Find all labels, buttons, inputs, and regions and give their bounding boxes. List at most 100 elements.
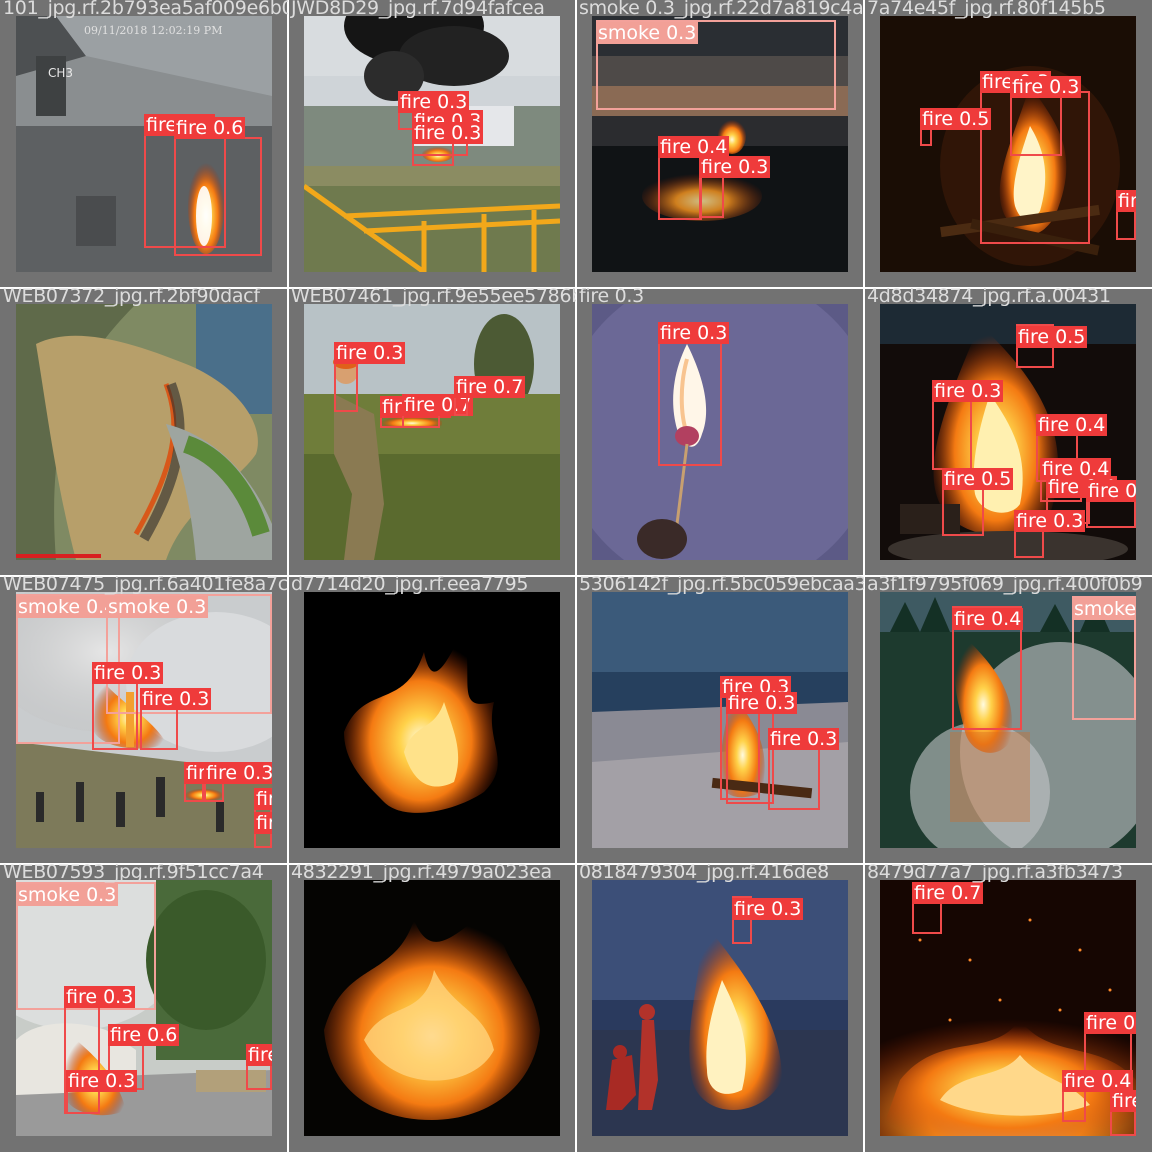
- tile-image: [16, 304, 272, 560]
- mosaic-tile: smoke 0.3 fire 0.3 fire 0.6 fire 0.4 fire 0.…: [0, 864, 288, 1152]
- fire-detection-box: fire 0.7: [402, 394, 474, 428]
- tile-image: smoke 0.3 fire 0.3 fire 0.6 fire 0.4 fire 0.…: [16, 880, 272, 1136]
- fire-detection-box: fire 0.3: [658, 322, 730, 466]
- detection-label: fire 0.3: [412, 122, 484, 144]
- detection-label: fire 0.4: [952, 608, 1024, 630]
- detection-label: fire 0.3: [658, 322, 730, 344]
- detection-label: fire 0.6: [174, 117, 246, 139]
- grid-separator-horizontal: [0, 863, 1152, 865]
- detection-label: fire 0.3: [726, 692, 798, 714]
- fire-detection-box: fire 0.3: [732, 896, 804, 944]
- detection-label: smoke 0.4: [16, 596, 119, 618]
- tile-image: fire 0.4 smoke 0: [880, 592, 1136, 848]
- fire-detection-box: fire 0.7: [454, 376, 526, 416]
- tile-image: fire 0.7fire 0.4fire 0.4fire 0.4: [880, 880, 1136, 1136]
- detection-label: fire 0.4: [1110, 1090, 1136, 1112]
- mosaic-tile: 09/11/2018 12:02:19 PMCH3fire 0.3fire 0.…: [0, 0, 288, 288]
- detection-label: fire 0.3: [699, 156, 771, 178]
- fire-detection-box: fire 0.3: [412, 122, 484, 166]
- detection-label: fire 0.3: [64, 986, 136, 1008]
- detection-label: fire 0.6: [108, 1024, 180, 1046]
- tile-image: smoke 0.3 fire 0.4 fire 0.3: [592, 16, 848, 272]
- detection-label: fire 0.3: [1086, 480, 1136, 502]
- detection-label: smoke 0: [1072, 598, 1136, 620]
- detection-label: fire 0.5: [942, 468, 1014, 490]
- fire-detection-box: fire 0.3: [932, 380, 1004, 470]
- tile-image: fire 0.3 fire 0.4fire 0.7fire 0.7: [304, 304, 560, 560]
- fire-detection-box: fire 0.3: [726, 692, 798, 804]
- mosaic-tile: fire 0.3 fire 0.3 fire 0.3 JWD8D29_jpg.rf.7…: [288, 0, 576, 288]
- mosaic-tile: fire 0.3 fire 0.3 fire 0.3 5306142f_jpg.rf.…: [576, 576, 864, 864]
- fire-detection-box: fire 0.3: [184, 762, 256, 802]
- mosaic-tile: fire 0.7fire 0.4fire 0.4fire 0.48479d77a…: [864, 864, 1152, 1152]
- mosaic-tile: fire 0.5 fire 0.3 fire 0.4 fire 0.4 fire 0.4…: [864, 288, 1152, 576]
- tile-image: fire 0.3 fire 0.3 fire 0.3: [304, 16, 560, 272]
- scene-illustration: [304, 880, 560, 1136]
- mosaic-tile: fire 0.3fire 0.4fire 0.7fire 0.7WEB07461…: [288, 288, 576, 576]
- detection-label: fire 0.5: [1016, 326, 1088, 348]
- detection-label: fire 0.4: [1036, 414, 1108, 436]
- detection-label: fire 0.4: [1062, 1070, 1134, 1092]
- detection-label: fire 0.4: [246, 1044, 272, 1066]
- fire-detection-box: fire 0.7: [912, 882, 984, 934]
- fire-detection-box: fire 0.3: [92, 662, 164, 750]
- detection-label: fire 0.3: [140, 688, 212, 710]
- tile-image: [304, 880, 560, 1136]
- detection-label: fire 0.3: [204, 762, 272, 784]
- detection-label: fire 0.4: [658, 136, 730, 158]
- scene-illustration: [16, 304, 272, 560]
- fire-detection-box: fire 0.3: [1086, 480, 1136, 528]
- fire-detection-box: fire 0.3: [140, 688, 212, 750]
- grid-separator-horizontal: [0, 575, 1152, 577]
- smoke-detection-box: smoke 0: [1072, 596, 1136, 720]
- detection-label: fire 0.3: [92, 662, 164, 684]
- detection-label: fire 0.7: [912, 882, 984, 904]
- mosaic-tile: smoke 0.4smoke 0.3fire 0.3fire 0.3fire 0…: [0, 576, 288, 864]
- fire-detection-box: fire 0.5: [1116, 190, 1136, 240]
- detection-label: fire 0.4: [1084, 1012, 1136, 1034]
- scene-illustration: [592, 880, 848, 1136]
- tile-image: fire 0.5 fire 0.3 fire 0.4 fire 0.4 fire 0.4…: [880, 304, 1136, 560]
- detection-label: fire 0.3: [1010, 76, 1082, 98]
- detection-label: fire 0.3: [334, 342, 406, 364]
- detection-label: fire 0.3: [254, 788, 272, 810]
- fire-detection-box: fire 0.5: [1016, 324, 1088, 368]
- detection-label: fire 0.3: [66, 1070, 138, 1092]
- fire-detection-box: fire 0.3: [1014, 510, 1086, 558]
- mosaic-tile: 4832291_jpg.rf.4979a023ea: [288, 864, 576, 1152]
- tile-image: [304, 592, 560, 848]
- tile-image: smoke 0.4smoke 0.3fire 0.3fire 0.3fire 0…: [16, 592, 272, 848]
- fire-detection-box: fire 0.4: [380, 396, 452, 428]
- mosaic-tile: fire 0.3 fire 0.3: [576, 288, 864, 576]
- fire-detection-box: fire 0.3: [66, 1070, 138, 1114]
- detection-label: fire 0.7: [454, 376, 526, 398]
- tile-image: fire 0.3fire 0.3fire 0.5fire 0.5: [880, 16, 1136, 272]
- fire-detection-box: fire 0.3: [254, 812, 272, 848]
- fire-detection-box: fire 0.3: [768, 728, 840, 810]
- cctv-timestamp: 09/11/2018 12:02:19 PM: [84, 24, 223, 37]
- detection-label: smoke 0.3: [16, 884, 119, 906]
- smoke-detection-box: smoke 0.3: [596, 20, 836, 110]
- detection-label: fire 0.3: [1014, 510, 1086, 532]
- fire-detection-box: fire 0.4: [1062, 1070, 1134, 1122]
- tile-image: 09/11/2018 12:02:19 PMCH3fire 0.3fire 0.…: [16, 16, 272, 272]
- fire-detection-box: fire 0.3: [699, 156, 771, 218]
- fire-detection-box: fire 0.4: [658, 136, 730, 220]
- detection-label: fire 0.5: [1116, 190, 1136, 212]
- detection-label: fire 0.3: [932, 380, 1004, 402]
- fire-detection-box: fire 0.5: [920, 108, 992, 146]
- mosaic-tile: fire 0.3fire 0.3fire 0.5fire 0.57a74e45f…: [864, 0, 1152, 288]
- grid-separator-vertical: [863, 0, 865, 1152]
- detection-label: smoke 0.3: [106, 596, 209, 618]
- detection-label: fire 0.5: [920, 108, 992, 130]
- fire-detection-box: fire 0.4: [246, 1044, 272, 1090]
- detection-label: smoke 0.3: [596, 22, 699, 44]
- scene-illustration: [304, 592, 560, 848]
- fire-detection-box: fire 0.6: [174, 117, 262, 256]
- cctv-channel: CH3: [48, 66, 74, 80]
- fire-detection-box: fire 0.4: [1110, 1090, 1136, 1136]
- detection-label: fire 0.3: [254, 812, 272, 834]
- mosaic-tile: fire 0.3 0818479304_jpg.rf.416de8: [576, 864, 864, 1152]
- mosaic-tile: d7714d20_jpg.rf.eea7795: [288, 576, 576, 864]
- tile-image: fire 0.3 fire 0.3 fire 0.3: [592, 592, 848, 848]
